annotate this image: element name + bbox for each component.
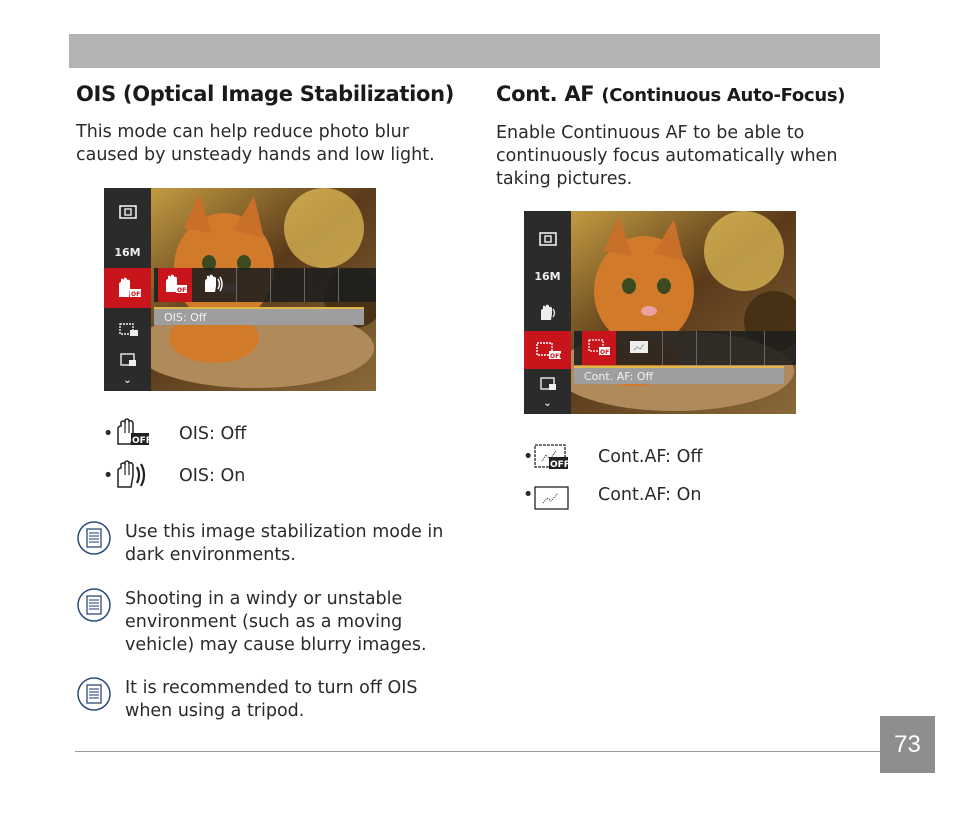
ois-status-label: OIS: Off bbox=[154, 307, 364, 325]
note-3: It is recommended to turn off OIS when u… bbox=[77, 677, 457, 725]
note-icon bbox=[77, 677, 111, 711]
side-ois-icon bbox=[524, 295, 571, 331]
side-ois-icon: OFF bbox=[104, 268, 151, 308]
side-continuous-af-icon: OFF bbox=[524, 331, 571, 369]
hand-ois-on-icon bbox=[114, 459, 150, 496]
cont-af-on-option-icon bbox=[622, 331, 656, 365]
page-number: 73 bbox=[880, 716, 935, 773]
cont-af-heading-sub: (Continuous Auto-Focus) bbox=[601, 85, 846, 106]
ois-off-option-icon: OFF bbox=[158, 268, 192, 302]
side-expo-icon bbox=[524, 371, 571, 397]
ois-camera-screen: 16M OFF ⌄ OFF OIS: Off bbox=[104, 188, 376, 391]
cont-af-heading: Cont. AF (Continuous Auto-Focus) bbox=[496, 82, 845, 106]
svg-text:OFF: OFF bbox=[131, 291, 141, 298]
ois-option-strip: OFF bbox=[154, 268, 376, 302]
note-1: Use this image stabilization mode in dar… bbox=[77, 521, 457, 569]
header-bar bbox=[69, 34, 880, 68]
svg-text:OFF: OFF bbox=[177, 287, 187, 294]
cont-af-on-icon bbox=[534, 485, 570, 516]
ois-off-bullet: • OFF OIS: Off bbox=[103, 418, 403, 448]
side-scroll-down-icon: ⌄ bbox=[543, 398, 552, 409]
cont-af-on-bullet: • Cont.AF: On bbox=[523, 485, 823, 510]
side-size-icon: 16M bbox=[114, 246, 141, 259]
cont-af-off-icon: OFF bbox=[534, 443, 570, 476]
svg-text:OFF: OFF bbox=[600, 349, 611, 356]
note-icon bbox=[77, 521, 111, 555]
ois-intro: This mode can help reduce photo blur cau… bbox=[76, 122, 435, 165]
cont-af-status-label: Cont. AF: Off bbox=[574, 366, 784, 384]
svg-text:OFF: OFF bbox=[550, 460, 570, 470]
ois-on-bullet: • OIS: On bbox=[103, 460, 403, 490]
footer-rule bbox=[75, 751, 881, 752]
cont-af-camera-screen: 16M OFF ⌄ OFF Cont. AF: Off bbox=[524, 211, 796, 414]
side-expo-icon bbox=[104, 346, 151, 374]
side-size-icon: 16M bbox=[534, 270, 561, 283]
cont-af-off-option-icon: OFF bbox=[582, 331, 616, 365]
ois-heading: OIS (Optical Image Stabilization) bbox=[76, 82, 455, 106]
cont-af-option-strip: OFF bbox=[574, 331, 796, 365]
side-continuous-af-icon bbox=[104, 310, 151, 348]
svg-text:OFF: OFF bbox=[550, 353, 561, 360]
cont-af-off-bullet: • OFF Cont.AF: Off bbox=[523, 444, 823, 471]
camera-side-menu: 16M OFF ⌄ bbox=[104, 188, 151, 391]
cont-af-heading-main: Cont. AF bbox=[496, 82, 595, 106]
note-2: Shooting in a windy or unstable environm… bbox=[77, 588, 457, 658]
hand-ois-off-icon: OFF bbox=[114, 418, 152, 453]
ois-on-option-icon bbox=[196, 268, 230, 302]
cont-af-intro: Enable Continuous AF to be able to conti… bbox=[496, 123, 838, 189]
note-icon bbox=[77, 588, 111, 622]
svg-text:OFF: OFF bbox=[132, 436, 150, 446]
side-metering-icon bbox=[104, 192, 151, 232]
camera-side-menu: 16M OFF ⌄ bbox=[524, 211, 571, 414]
side-scroll-down-icon: ⌄ bbox=[123, 375, 132, 386]
side-metering-icon bbox=[524, 219, 571, 259]
